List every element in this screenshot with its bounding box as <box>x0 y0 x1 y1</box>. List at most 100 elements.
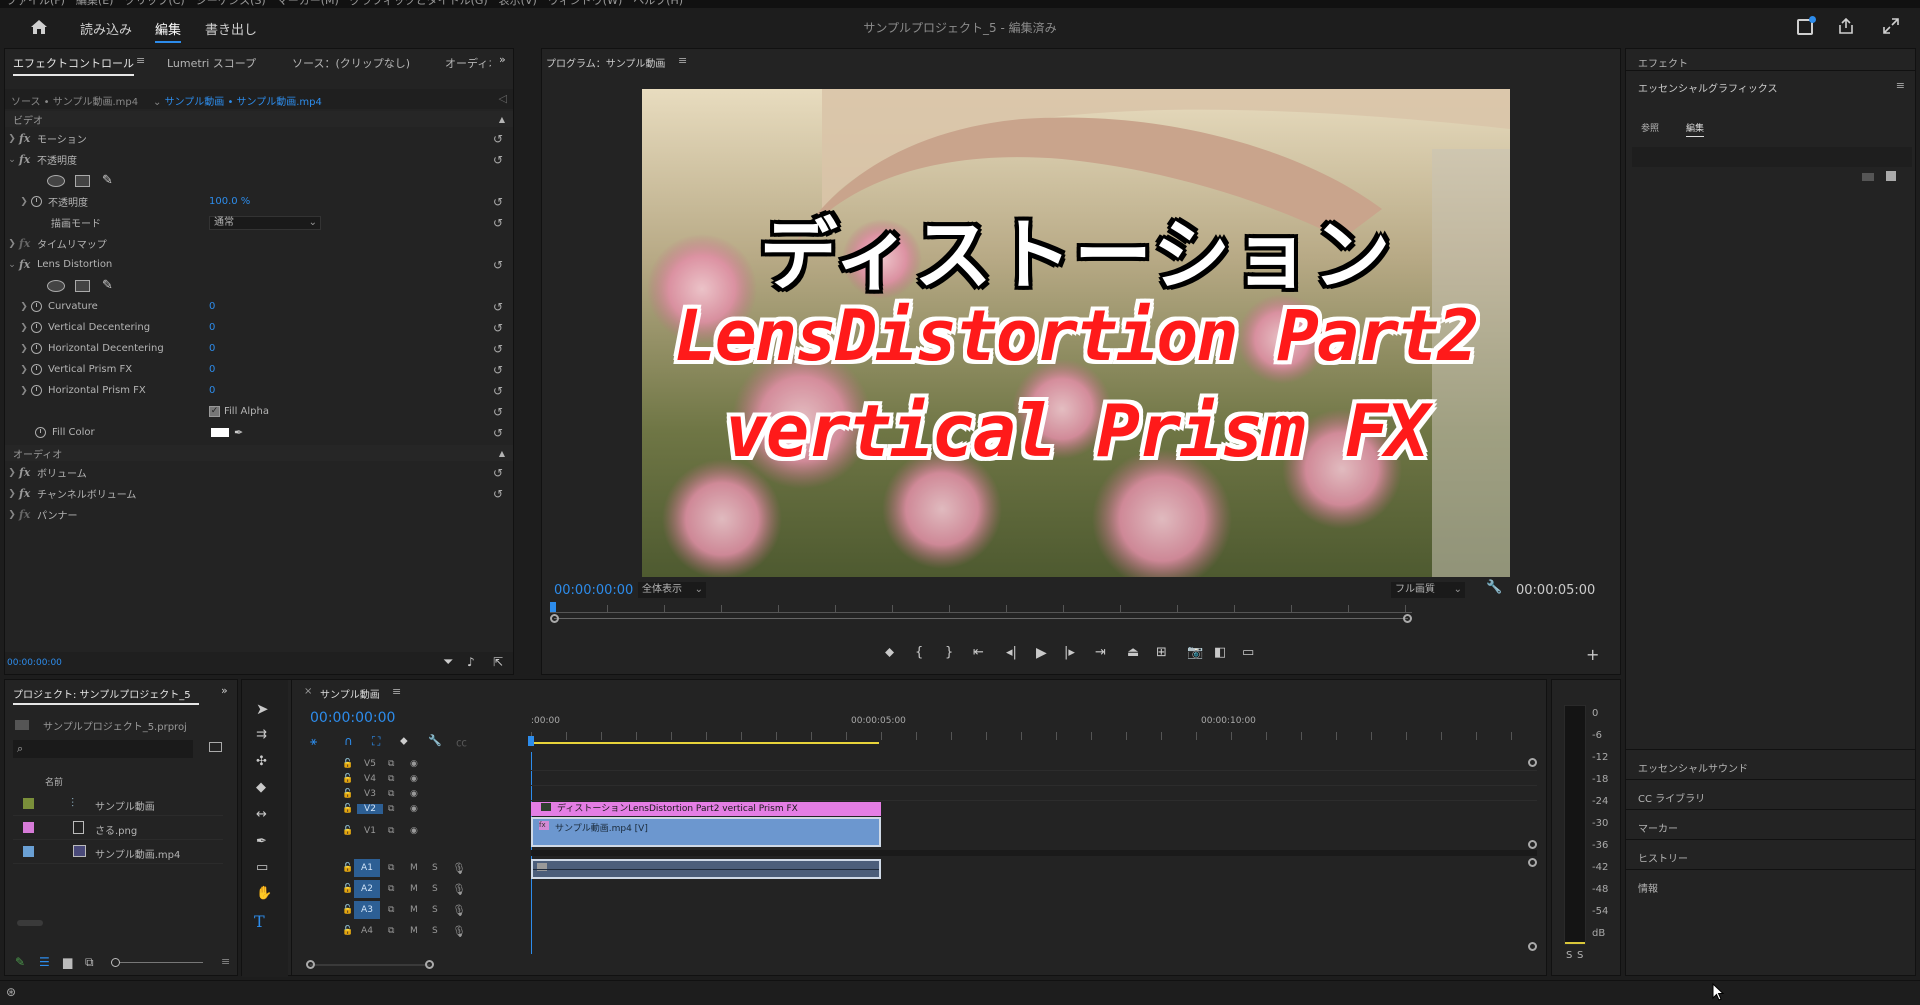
project-item[interactable]: サンプル動画.mp4 <box>13 840 223 864</box>
mute-button[interactable]: M <box>410 884 418 894</box>
eyedropper-icon[interactable]: ✒ <box>234 426 243 439</box>
stopwatch-icon[interactable] <box>31 301 42 312</box>
video-clip[interactable]: fx サンプル動画.mp4 [V] <box>531 817 881 847</box>
playhead-handle[interactable] <box>528 736 534 746</box>
stopwatch-icon[interactable] <box>31 385 42 396</box>
camera-icon[interactable]: 📷 <box>1187 645 1203 660</box>
vertical-scroll-handle[interactable] <box>1528 858 1537 867</box>
sync-lock-icon[interactable]: ⧉ <box>388 926 394 936</box>
sequence-tab[interactable]: サンプル動画 <box>320 686 380 701</box>
linked-select-icon[interactable]: ⛶ <box>372 734 380 749</box>
solo-button[interactable]: S <box>432 863 438 873</box>
fx-icon[interactable]: fx <box>19 466 37 479</box>
seq-clip-selector[interactable]: ⌄ サンプル動画 • サンプル動画.mp4 <box>153 93 322 108</box>
reset-icon[interactable]: ↺ <box>493 217 505 229</box>
chevron-right-icon[interactable]: ❯ <box>17 386 31 396</box>
blend-mode-select[interactable]: 通常 ⌄ <box>209 215 321 230</box>
timeline-timecode[interactable]: 00:00:00:00 <box>310 710 395 726</box>
go-to-in-icon[interactable]: ⇤ <box>973 645 984 660</box>
scroll-right-handle[interactable] <box>1403 614 1412 623</box>
playhead[interactable] <box>550 602 556 612</box>
nest-icon[interactable]: ⚹ <box>310 734 317 749</box>
section-essential-sound[interactable]: エッセンシャルサウンド <box>1626 749 1915 779</box>
eg-layers-area[interactable] <box>1632 147 1912 167</box>
stopwatch-icon[interactable] <box>35 427 46 438</box>
mute-button[interactable]: M <box>410 863 418 873</box>
ec-timecode[interactable]: 00:00:00:00 <box>7 658 62 668</box>
reset-icon[interactable]: ↺ <box>493 196 505 208</box>
curvature-value[interactable]: 0 <box>209 301 215 312</box>
zoom-slider[interactable] <box>111 962 203 963</box>
chevron-right-icon[interactable]: ❯ <box>5 239 19 249</box>
notification-icon[interactable] <box>1797 16 1816 35</box>
razor-tool-icon[interactable]: ◆ <box>256 780 266 795</box>
tab-audio[interactable]: オーディオ <box>445 55 491 71</box>
eg-menu-icon[interactable]: ≡ <box>1896 79 1905 92</box>
extract-icon[interactable]: ⊞ <box>1156 645 1167 660</box>
stopwatch-icon[interactable] <box>31 343 42 354</box>
vertical-decentering-value[interactable]: 0 <box>209 322 215 333</box>
step-forward-icon[interactable]: |▸ <box>1064 645 1075 660</box>
program-timecode[interactable]: 00:00:00:00 <box>554 583 633 598</box>
reset-icon[interactable]: ↺ <box>493 385 505 397</box>
fx-icon[interactable]: fx <box>19 153 37 166</box>
lock-icon[interactable]: 🔓 <box>342 789 353 799</box>
section-history[interactable]: ヒストリー <box>1626 839 1915 869</box>
scroll-up-icon[interactable]: ▲ <box>499 115 505 124</box>
new-bin-icon[interactable] <box>209 742 222 752</box>
effect-time-remap[interactable]: ❯ fx タイムリマップ <box>5 233 513 254</box>
solo-left-button[interactable]: S <box>1566 950 1572 961</box>
reset-icon[interactable]: ↺ <box>493 343 505 355</box>
horizontal-prism-value[interactable]: 0 <box>209 385 215 396</box>
sync-lock-icon[interactable]: ⧉ <box>388 905 394 915</box>
zoom-select[interactable]: 全体表示 ⌄ <box>638 582 706 598</box>
program-menu-icon[interactable]: ≡ <box>678 54 687 67</box>
track-select-icon[interactable]: ⇉ <box>256 727 267 742</box>
solo-right-button[interactable]: S <box>1577 950 1583 961</box>
quality-select[interactable]: フル画質 ⌄ <box>1391 582 1465 598</box>
sync-lock-icon[interactable]: ⧉ <box>388 826 394 836</box>
mic-icon[interactable]: 🎙 <box>452 904 466 917</box>
solo-button[interactable]: S <box>432 884 438 894</box>
close-icon[interactable]: × <box>304 686 312 697</box>
mic-icon[interactable]: 🎙 <box>452 862 466 875</box>
effect-volume[interactable]: ❯ fx ボリューム ↺ <box>5 462 513 483</box>
step-back-icon[interactable]: ◂| <box>1006 645 1017 660</box>
reset-icon[interactable]: ↺ <box>493 427 505 439</box>
solo-button[interactable]: S <box>432 926 438 936</box>
tab-menu-icon[interactable]: ≡ <box>136 54 145 67</box>
chevron-right-icon[interactable]: ❯ <box>5 489 19 499</box>
freeform-view-icon[interactable]: ⧉ <box>85 955 94 970</box>
project-search[interactable]: ⌕ <box>13 740 193 758</box>
stopwatch-icon[interactable] <box>31 364 42 375</box>
vertical-prism-value[interactable]: 0 <box>209 364 215 375</box>
work-area-bar[interactable] <box>531 742 879 744</box>
rectangle-tool-icon[interactable]: ▭ <box>256 860 268 875</box>
effect-panner[interactable]: ❯ fx パンナー <box>5 504 513 525</box>
pen-mask-icon[interactable]: ✎ <box>102 173 113 188</box>
eg-tab-browse[interactable]: 参照 <box>1641 121 1659 134</box>
rect-mask-icon[interactable] <box>75 174 90 187</box>
eye-icon[interactable]: ◉ <box>410 774 418 784</box>
scroll-right-handle[interactable] <box>425 960 434 969</box>
lock-icon[interactable]: 🔓 <box>342 863 353 873</box>
filter-icon[interactable]: ⏷ <box>443 655 453 670</box>
add-marker-icon[interactable]: ⬥ <box>400 734 408 748</box>
fill-color-swatch[interactable] <box>211 428 229 437</box>
reset-icon[interactable]: ↺ <box>493 488 505 500</box>
add-marker-icon[interactable]: ⬥ <box>885 645 894 660</box>
lock-icon[interactable]: 🔓 <box>342 759 353 769</box>
project-title[interactable]: プロジェクト: サンプルプロジェクト_5 <box>13 686 199 705</box>
reset-icon[interactable]: ↺ <box>493 301 505 313</box>
lock-icon[interactable]: 🔓 <box>342 804 353 814</box>
pen-tool-icon[interactable]: ✒ <box>256 834 267 849</box>
lift-icon[interactable]: ⏏ <box>1127 645 1139 660</box>
reset-icon[interactable]: ↺ <box>493 406 505 418</box>
chevron-right-icon[interactable]: ❯ <box>5 468 19 478</box>
reset-icon[interactable]: ↺ <box>493 467 505 479</box>
more-tabs-icon[interactable]: » <box>499 53 506 66</box>
icon-view-icon[interactable]: ▆ <box>63 955 72 969</box>
column-name[interactable]: 名前 <box>45 775 63 788</box>
lock-icon[interactable]: 🔓 <box>342 905 353 915</box>
play-icon[interactable]: ▶ <box>1036 645 1047 661</box>
